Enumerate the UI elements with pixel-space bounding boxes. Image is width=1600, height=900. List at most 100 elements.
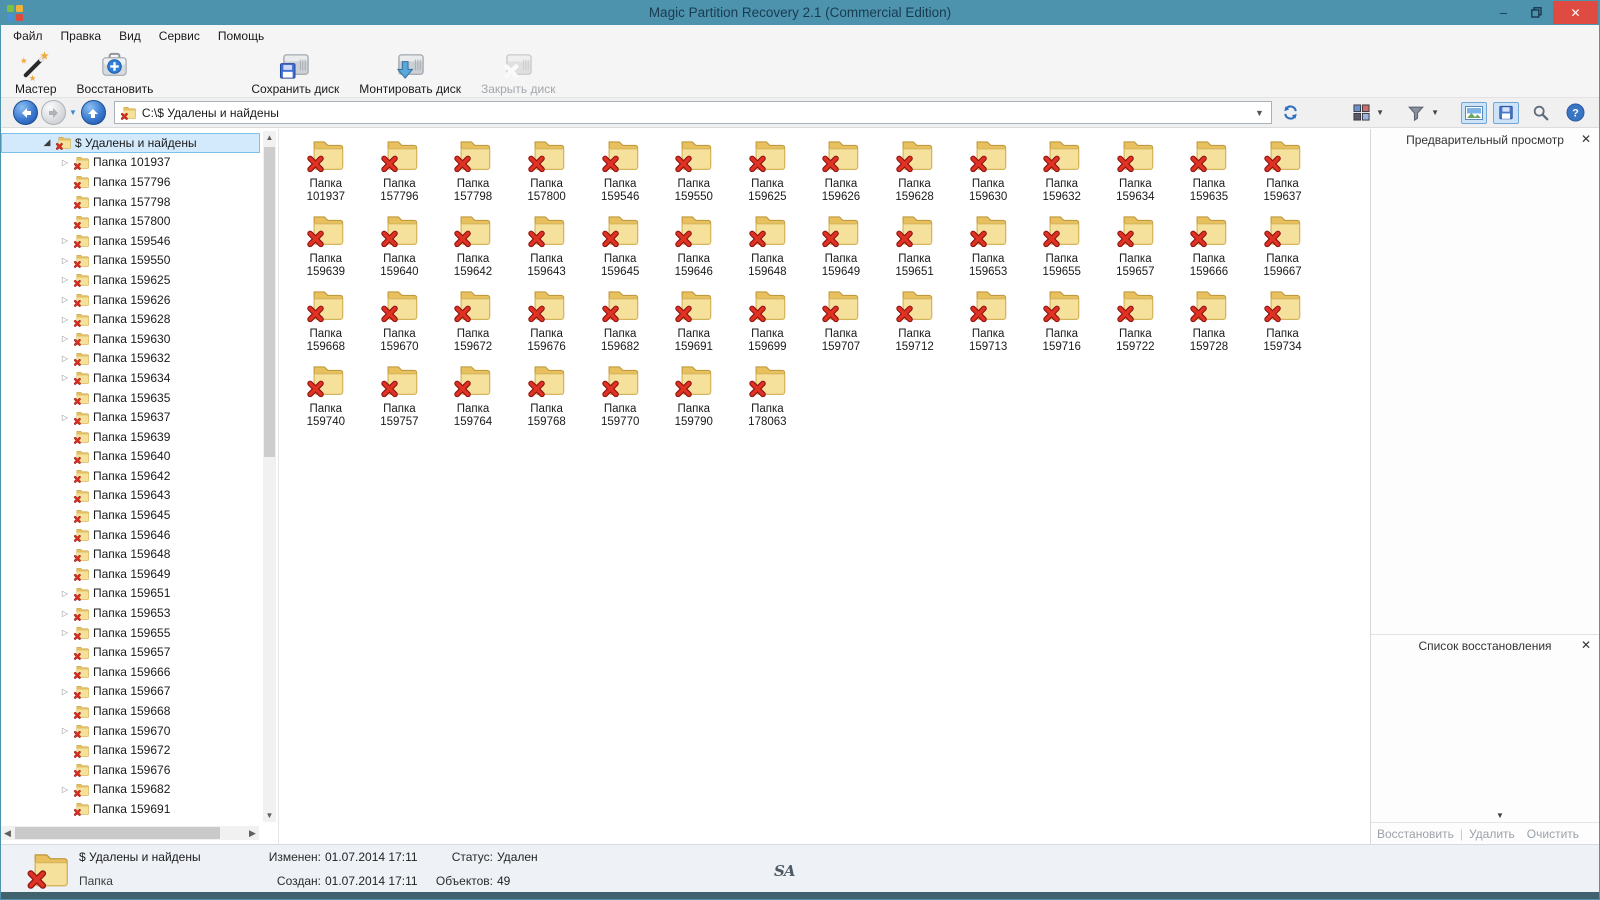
folder-tile[interactable]: Папка 159728: [1172, 284, 1246, 359]
back-button[interactable]: [13, 100, 38, 125]
folder-tile[interactable]: Папка 159628: [878, 134, 952, 209]
tree-item-folder[interactable]: ▷ Папка 159639: [1, 427, 260, 447]
folder-tile[interactable]: Папка 159635: [1172, 134, 1246, 209]
expand-arrow-icon[interactable]: ▷: [58, 295, 72, 304]
folder-tile[interactable]: Папка 159639: [289, 209, 363, 284]
folder-tile[interactable]: Папка 159653: [951, 209, 1025, 284]
expand-arrow-icon[interactable]: ▷: [58, 275, 72, 284]
expand-arrow-icon[interactable]: ▷: [58, 158, 72, 167]
tree-item-folder[interactable]: ▷ Папка 159646: [1, 525, 260, 545]
tree-horizontal-scrollbar[interactable]: ◀ ▶: [1, 826, 259, 840]
tree-item-folder[interactable]: ▷ Папка 159628: [1, 309, 260, 329]
folder-tile[interactable]: Папка 159625: [731, 134, 805, 209]
expand-arrow-icon[interactable]: ▷: [58, 315, 72, 324]
search-button[interactable]: [1529, 102, 1553, 124]
tree-item-folder[interactable]: ▷ Папка 159632: [1, 349, 260, 369]
scroll-down-icon[interactable]: ▼: [263, 809, 276, 822]
scroll-up-icon[interactable]: ▲: [263, 131, 276, 144]
tree-vertical-scrollbar[interactable]: ▲ ▼: [263, 131, 276, 822]
folder-tile[interactable]: Папка 159648: [731, 209, 805, 284]
tree-item-folder[interactable]: ▷ Папка 159651: [1, 584, 260, 604]
help-button[interactable]: ?: [1563, 102, 1587, 124]
expand-arrow-icon[interactable]: ▷: [58, 413, 72, 422]
expand-arrow-icon[interactable]: ▷: [58, 334, 72, 343]
tree-item-folder[interactable]: ▷ Папка 159642: [1, 466, 260, 486]
tree-item-folder[interactable]: ▷ Папка 159550: [1, 251, 260, 271]
preview-close-icon[interactable]: ✕: [1581, 132, 1591, 146]
folder-tile[interactable]: Папка 159699: [731, 284, 805, 359]
save-disk-button[interactable]: Сохранить диск: [241, 48, 349, 97]
tree-item-folder[interactable]: ▷ Папка 159670: [1, 721, 260, 741]
folder-tile[interactable]: Папка 101937: [289, 134, 363, 209]
wizard-button[interactable]: ★ ★ ★ Мастер: [5, 48, 67, 97]
folder-tile[interactable]: Папка 159646: [657, 209, 731, 284]
folder-tile[interactable]: Папка 157796: [363, 134, 437, 209]
panel-collapse-icon[interactable]: ▼: [1496, 811, 1504, 820]
view-mode-dropdown-icon[interactable]: ▼: [1376, 108, 1384, 117]
tree-item-folder[interactable]: ▷ Папка 159546: [1, 231, 260, 251]
up-button[interactable]: [80, 100, 106, 125]
tree-item-folder[interactable]: ▷ Папка 159637: [1, 407, 260, 427]
folder-tile[interactable]: Папка 159626: [804, 134, 878, 209]
filter-button[interactable]: [1404, 102, 1428, 124]
folder-tile[interactable]: Папка 159632: [1025, 134, 1099, 209]
folder-tile[interactable]: Папка 159643: [510, 209, 584, 284]
folder-tile[interactable]: Папка 159655: [1025, 209, 1099, 284]
folder-tile[interactable]: Папка 159668: [289, 284, 363, 359]
folder-tile[interactable]: Папка 159713: [951, 284, 1025, 359]
tree-item-folder[interactable]: ▷ Папка 159676: [1, 760, 260, 780]
restore-button[interactable]: [1520, 1, 1553, 24]
folder-tile[interactable]: Папка 159672: [436, 284, 510, 359]
tree-item-folder[interactable]: ▷ Папка 159634: [1, 368, 260, 388]
expand-arrow-icon[interactable]: ▷: [58, 609, 72, 618]
tree-item-folder[interactable]: ▷ Папка 159682: [1, 780, 260, 800]
tree-item-folder[interactable]: ▷ Папка 159635: [1, 388, 260, 408]
recovery-clear-button[interactable]: Очистить: [1521, 827, 1585, 841]
collapse-arrow-icon[interactable]: ◢: [40, 137, 54, 148]
tree-item-folder[interactable]: ▷ Папка 159657: [1, 642, 260, 662]
mount-disk-button[interactable]: Монтировать диск: [349, 48, 471, 97]
folder-tile[interactable]: Папка 157800: [510, 134, 584, 209]
scroll-right-icon[interactable]: ▶: [246, 826, 259, 840]
preview-panel-toggle[interactable]: [1461, 101, 1487, 124]
tree-item-folder[interactable]: ▷ Папка 159640: [1, 447, 260, 467]
expand-arrow-icon[interactable]: ▷: [58, 628, 72, 637]
tree-item-folder[interactable]: ▷ Папка 159630: [1, 329, 260, 349]
scroll-left-icon[interactable]: ◀: [1, 826, 14, 840]
folder-tile[interactable]: Папка 159676: [510, 284, 584, 359]
folder-tile[interactable]: Папка 178063: [731, 359, 805, 434]
recovery-list-toggle[interactable]: [1493, 101, 1519, 124]
folder-tile[interactable]: Папка 159722: [1099, 284, 1173, 359]
tree-item-folder[interactable]: ▷ Папка 157796: [1, 172, 260, 192]
menu-item[interactable]: Правка: [52, 26, 111, 46]
address-input[interactable]: C:\$ Удалены и найдены ▼: [113, 101, 1272, 124]
restore-button-toolbar[interactable]: Восстановить: [67, 48, 164, 97]
folder-tile[interactable]: Папка 159666: [1172, 209, 1246, 284]
tree-item-folder[interactable]: ▷ Папка 157800: [1, 211, 260, 231]
folder-tile[interactable]: Папка 159691: [657, 284, 731, 359]
tree-item-folder[interactable]: ▷ Папка 159626: [1, 290, 260, 310]
folder-tile[interactable]: Папка 159670: [363, 284, 437, 359]
expand-arrow-icon[interactable]: ▷: [58, 726, 72, 735]
menu-item[interactable]: Вид: [110, 26, 150, 46]
menu-item[interactable]: Помощь: [209, 26, 273, 46]
scroll-thumb[interactable]: [264, 147, 275, 457]
expand-arrow-icon[interactable]: ▷: [58, 256, 72, 265]
menu-item[interactable]: Сервис: [150, 26, 209, 46]
expand-arrow-icon[interactable]: ▷: [58, 373, 72, 382]
folder-tile[interactable]: Папка 159764: [436, 359, 510, 434]
expand-arrow-icon[interactable]: ▷: [58, 687, 72, 696]
folder-tile[interactable]: Папка 159651: [878, 209, 952, 284]
tree-root-item[interactable]: ◢ $ Удалены и найдены: [1, 133, 260, 153]
folder-tile[interactable]: Папка 159637: [1246, 134, 1320, 209]
tree-item-folder[interactable]: ▷ Папка 101937: [1, 153, 260, 173]
tree-item-folder[interactable]: ▷ Папка 159667: [1, 682, 260, 702]
history-dropdown-icon[interactable]: ▼: [69, 108, 77, 117]
folder-tile[interactable]: Папка 159707: [804, 284, 878, 359]
menu-item[interactable]: Файл: [4, 26, 52, 46]
folder-tile[interactable]: Папка 159716: [1025, 284, 1099, 359]
address-dropdown-icon[interactable]: ▼: [1253, 108, 1266, 118]
folder-tile[interactable]: Папка 159770: [583, 359, 657, 434]
folder-tile[interactable]: Папка 159768: [510, 359, 584, 434]
folder-tile[interactable]: Папка 159734: [1246, 284, 1320, 359]
